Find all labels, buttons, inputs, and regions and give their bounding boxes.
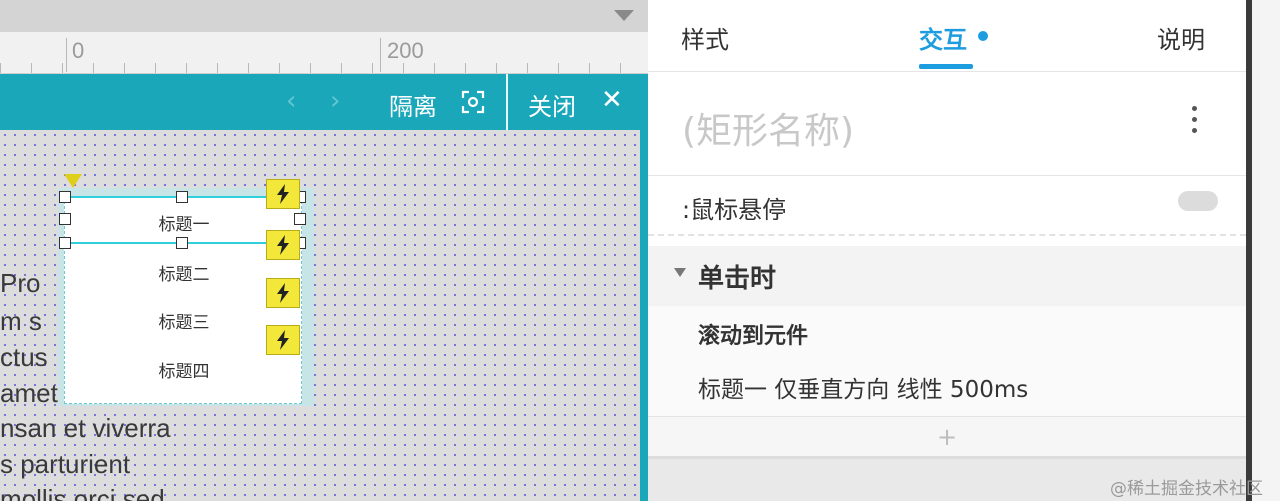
ruler-major-tick bbox=[380, 38, 381, 72]
list-item[interactable]: 标题四 bbox=[65, 357, 303, 382]
widget-name-field[interactable]: (矩形名称) bbox=[682, 102, 854, 154]
hover-state-label[interactable]: :鼠标悬停 bbox=[682, 190, 786, 225]
canvas-text-line: m s bbox=[0, 306, 42, 336]
previous-state-icon[interactable]: ‹ bbox=[286, 86, 296, 116]
resize-handle[interactable] bbox=[59, 191, 71, 203]
interaction-state-row[interactable]: :鼠标悬停 bbox=[648, 176, 1246, 236]
ruler-major-tick bbox=[66, 38, 67, 72]
anchor-marker-icon[interactable] bbox=[64, 174, 82, 188]
tab-notes[interactable]: 说明 bbox=[1157, 20, 1205, 55]
lightning-icon[interactable] bbox=[266, 278, 300, 308]
tab-indicator-dot bbox=[978, 31, 988, 41]
canvas-text-line: s parturient bbox=[0, 449, 131, 479]
ruler-label-200: 200 bbox=[387, 38, 424, 63]
click-event-section: 单击时 滚动到元件 标题一 仅垂直方向 线性 500ms bbox=[648, 246, 1246, 416]
ruler-label-0: 0 bbox=[72, 38, 85, 63]
canvas-text-line: ctus bbox=[0, 342, 48, 372]
tab-style[interactable]: 样式 bbox=[681, 20, 729, 55]
isolate-button[interactable]: 隔离 bbox=[389, 87, 437, 122]
widget-name-row: (矩形名称) bbox=[648, 72, 1246, 176]
resize-handle[interactable] bbox=[176, 237, 188, 249]
state-toggle[interactable] bbox=[1178, 191, 1218, 211]
inspector-panel: 样式 交互 说明 (矩形名称) :鼠标悬停 单击时 滚动到元件 标题一 仅垂直方… bbox=[648, 0, 1246, 501]
add-action-row[interactable]: + bbox=[648, 416, 1246, 456]
event-title: 单击时 bbox=[698, 264, 777, 294]
window-margin bbox=[1252, 0, 1280, 501]
dynamic-panel-edit-header: ‹ › 隔离 关闭 ✕ bbox=[0, 74, 648, 130]
inspector-tabs: 样式 交互 说明 bbox=[648, 0, 1246, 72]
resize-handle[interactable] bbox=[176, 191, 188, 203]
action-title[interactable]: 滚动到元件 bbox=[698, 318, 808, 350]
close-icon[interactable]: ✕ bbox=[601, 87, 623, 113]
canvas-top-bar bbox=[0, 0, 648, 32]
isolate-icon[interactable] bbox=[461, 90, 485, 114]
lightning-icon[interactable] bbox=[266, 179, 300, 209]
canvas-text-line: mollis orci sed bbox=[0, 484, 165, 501]
ruler-ticks bbox=[0, 63, 648, 73]
header-divider bbox=[506, 74, 508, 130]
canvas-area[interactable]: 0 200 ‹ › 隔离 关闭 ✕ Pro m s ctus amet nsan… bbox=[0, 0, 648, 501]
watermark: @稀土掘金技术社区 bbox=[1110, 479, 1263, 499]
scroll-down-arrow-icon[interactable] bbox=[614, 10, 634, 21]
plus-icon[interactable]: + bbox=[937, 423, 957, 451]
next-state-icon[interactable]: › bbox=[330, 86, 340, 116]
more-options-icon[interactable] bbox=[1188, 106, 1200, 142]
frame-border bbox=[640, 130, 648, 501]
lightning-icon[interactable] bbox=[266, 230, 300, 260]
resize-handle[interactable] bbox=[59, 213, 71, 225]
canvas-text-line: amet bbox=[0, 378, 58, 408]
active-tab-underline bbox=[919, 64, 973, 69]
tab-interaction[interactable]: 交互 bbox=[919, 20, 967, 55]
lightning-icon[interactable] bbox=[266, 325, 300, 355]
close-button[interactable]: 关闭 bbox=[528, 87, 576, 122]
canvas-text-line: Pro bbox=[0, 268, 41, 298]
collapse-caret-icon[interactable] bbox=[674, 268, 686, 277]
click-event-header[interactable]: 单击时 bbox=[648, 246, 1246, 306]
resize-handle[interactable] bbox=[294, 213, 306, 225]
canvas-text-line: nsan et viverra bbox=[0, 413, 171, 443]
action-detail[interactable]: 标题一 仅垂直方向 线性 500ms bbox=[698, 370, 1028, 404]
resize-handle[interactable] bbox=[59, 237, 71, 249]
horizontal-ruler: 0 200 bbox=[0, 32, 648, 74]
